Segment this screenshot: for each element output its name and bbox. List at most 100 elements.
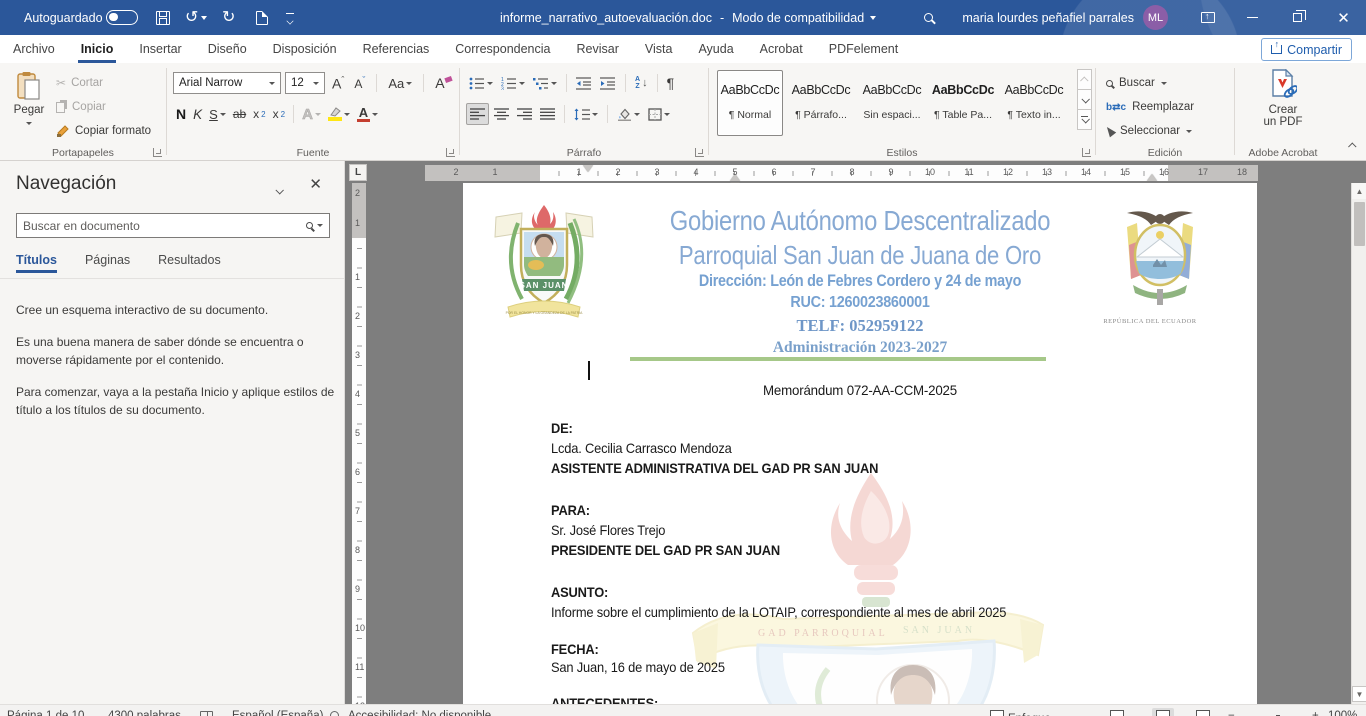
tab-diseno[interactable]: Diseño bbox=[195, 35, 260, 63]
tab-disposicion[interactable]: Disposición bbox=[260, 35, 350, 63]
align-center-button[interactable] bbox=[491, 103, 512, 125]
close-button[interactable]: ✕ bbox=[1321, 0, 1366, 35]
show-marks-button[interactable]: ¶ bbox=[664, 72, 678, 94]
new-document-button[interactable] bbox=[256, 0, 268, 35]
font-color-button[interactable]: A bbox=[354, 103, 381, 125]
tab-insertar[interactable]: Insertar bbox=[126, 35, 194, 63]
style-parrafo[interactable]: AaBbCcDc¶ Párrafo... bbox=[788, 70, 854, 136]
align-right-button[interactable] bbox=[514, 103, 535, 125]
style-table-paragraph[interactable]: AaBbCcDc¶ Table Pa... bbox=[930, 70, 996, 136]
bold-button[interactable]: N bbox=[173, 103, 189, 125]
create-pdf-button[interactable]: Crear un PDF bbox=[1235, 69, 1331, 128]
justify-button[interactable] bbox=[537, 103, 558, 125]
styles-scroll-up-button[interactable] bbox=[1077, 69, 1092, 90]
align-left-button[interactable] bbox=[466, 103, 489, 125]
tab-ayuda[interactable]: Ayuda bbox=[685, 35, 746, 63]
ribbon-display-options-button[interactable] bbox=[1185, 0, 1230, 35]
change-case-button[interactable]: Aa bbox=[385, 72, 415, 94]
document-page[interactable]: GAD PARROQUIAL SAN JUAN bbox=[463, 183, 1257, 716]
increase-indent-button[interactable] bbox=[597, 72, 619, 94]
search-input[interactable] bbox=[17, 219, 306, 233]
styles-dialog-launcher[interactable] bbox=[1082, 148, 1091, 157]
text-effects-button[interactable]: A bbox=[299, 103, 324, 125]
horizontal-ruler[interactable]: 21123456789101112131415161718 bbox=[425, 165, 1258, 181]
read-mode-button[interactable] bbox=[1110, 710, 1124, 716]
nav-tab-resultados[interactable]: Resultados bbox=[158, 253, 221, 273]
tab-selector-box[interactable]: L bbox=[349, 164, 367, 181]
font-size-select[interactable]: 12 bbox=[285, 72, 325, 94]
cut-button[interactable]: ✂Cortar bbox=[56, 71, 151, 95]
vertical-scrollbar[interactable]: ▲ ▼ bbox=[1351, 183, 1366, 716]
tab-archivo[interactable]: Archivo bbox=[0, 35, 68, 63]
scroll-up-button[interactable]: ▲ bbox=[1352, 183, 1366, 199]
font-dialog-launcher[interactable] bbox=[446, 148, 455, 157]
tab-pdfelement[interactable]: PDFelement bbox=[816, 35, 911, 63]
nav-tab-titulos[interactable]: Títulos bbox=[16, 253, 57, 273]
zoom-in-button[interactable]: + bbox=[1312, 710, 1319, 716]
shading-button[interactable] bbox=[614, 103, 643, 125]
select-button[interactable]: Seleccionar bbox=[1106, 119, 1194, 143]
search-options-caret-icon[interactable] bbox=[317, 224, 323, 227]
clipboard-dialog-launcher[interactable] bbox=[153, 148, 162, 157]
undo-button[interactable]: ↺ bbox=[185, 0, 207, 35]
paragraph-dialog-launcher[interactable] bbox=[695, 148, 704, 157]
collapse-ribbon-button[interactable] bbox=[1350, 136, 1356, 154]
font-name-select[interactable]: Arial Narrow bbox=[173, 72, 281, 94]
minimize-button[interactable] bbox=[1230, 0, 1275, 35]
accessibility-status[interactable]: Accesibilidad: No disponible bbox=[348, 710, 491, 716]
restore-button[interactable] bbox=[1275, 0, 1320, 35]
vertical-ruler[interactable]: 21123456789101112 bbox=[352, 183, 366, 716]
focus-mode-button[interactable]: Enfoque bbox=[990, 710, 1051, 716]
first-line-indent-marker[interactable] bbox=[583, 165, 593, 172]
scroll-down-button[interactable]: ▼ bbox=[1352, 686, 1366, 702]
find-button[interactable]: Buscar bbox=[1106, 71, 1194, 95]
copy-button[interactable]: Copiar bbox=[56, 95, 151, 119]
strikethrough-button[interactable]: ab bbox=[230, 103, 249, 125]
proofing-icon[interactable] bbox=[200, 710, 213, 716]
scrollbar-thumb[interactable] bbox=[1354, 202, 1365, 246]
superscript-button[interactable]: x2 bbox=[270, 103, 288, 125]
bullets-button[interactable] bbox=[466, 72, 496, 94]
format-painter-button[interactable]: Copiar formato bbox=[56, 119, 151, 143]
style-texto-independiente[interactable]: AaBbCcDc¶ Texto in... bbox=[1001, 70, 1067, 136]
zoom-out-button[interactable]: − bbox=[1228, 710, 1235, 716]
tab-correspondencia[interactable]: Correspondencia bbox=[442, 35, 563, 63]
tab-referencias[interactable]: Referencias bbox=[350, 35, 443, 63]
clear-formatting-button[interactable]: A bbox=[432, 72, 454, 94]
borders-button[interactable] bbox=[645, 103, 673, 125]
tab-vista[interactable]: Vista bbox=[632, 35, 686, 63]
print-layout-button[interactable] bbox=[1152, 708, 1174, 716]
search-button[interactable] bbox=[924, 0, 933, 35]
word-count[interactable]: 4300 palabras bbox=[108, 710, 181, 716]
multilevel-list-button[interactable] bbox=[530, 72, 560, 94]
numbering-button[interactable]: 123 bbox=[498, 72, 528, 94]
page-indicator[interactable]: Página 1 de 10 bbox=[7, 710, 84, 716]
redo-button[interactable]: ↻ bbox=[222, 0, 235, 35]
styles-gallery-more-button[interactable] bbox=[1077, 109, 1092, 130]
zoom-level[interactable]: 100% bbox=[1328, 710, 1357, 716]
styles-scroll-down-button[interactable] bbox=[1077, 89, 1092, 110]
highlight-button[interactable] bbox=[325, 103, 353, 125]
tab-inicio[interactable]: Inicio bbox=[68, 35, 127, 63]
autosave-toggle[interactable] bbox=[106, 0, 138, 35]
line-spacing-button[interactable] bbox=[571, 103, 601, 125]
navigation-collapse-button[interactable] bbox=[276, 181, 282, 199]
sort-button[interactable]: AZ↓ bbox=[632, 72, 651, 94]
shrink-font-button[interactable]: Aˇ bbox=[351, 72, 368, 94]
style-sin-espaciado[interactable]: AaBbCcDcSin espaci... bbox=[859, 70, 925, 136]
save-button[interactable] bbox=[156, 0, 170, 35]
customize-toolbar-button[interactable] bbox=[285, 0, 295, 35]
style-normal[interactable]: AaBbCcDc¶ Normal bbox=[717, 70, 783, 136]
share-button[interactable]: Compartir bbox=[1261, 38, 1352, 61]
nav-tab-paginas[interactable]: Páginas bbox=[85, 253, 130, 273]
navigation-close-button[interactable]: ✕ bbox=[309, 175, 322, 193]
decrease-indent-button[interactable] bbox=[573, 72, 595, 94]
subscript-button[interactable]: x2 bbox=[250, 103, 268, 125]
language-indicator[interactable]: Español (España) bbox=[232, 710, 323, 716]
italic-button[interactable]: K bbox=[190, 103, 205, 125]
document-title-area[interactable]: informe_narrativo_autoevaluación.doc - M… bbox=[500, 0, 876, 35]
replace-button[interactable]: b⇄cReemplazar bbox=[1106, 95, 1194, 119]
account-avatar[interactable]: ML bbox=[1143, 0, 1168, 35]
underline-button[interactable]: S bbox=[206, 103, 229, 125]
tab-acrobat[interactable]: Acrobat bbox=[747, 35, 816, 63]
